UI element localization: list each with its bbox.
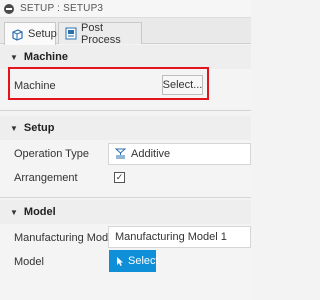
manufacturing-model-dropdown[interactable]: Manufacturing Model 1: [108, 226, 251, 248]
operation-type-label: Operation Type: [14, 148, 90, 160]
section-divider: [0, 110, 251, 111]
machine-label: Machine: [14, 80, 56, 92]
manufacturing-model-label: Manufacturing Model: [14, 232, 117, 244]
window-titlebar: SETUP : SETUP3: [0, 0, 251, 18]
collapse-triangle-icon: ▼: [10, 207, 18, 217]
machine-select-button[interactable]: Select...: [162, 75, 203, 95]
model-select-button[interactable]: Select: [109, 250, 159, 272]
machine-section-header[interactable]: ▼ Machine: [0, 45, 251, 69]
setup-section-header[interactable]: ▼ Setup: [0, 116, 251, 140]
tab-setup-label: Setup: [28, 28, 57, 40]
collapse-triangle-icon: ▼: [10, 52, 18, 62]
setup-section-title: Setup: [23, 122, 55, 134]
arrangement-checkbox[interactable]: ✓: [114, 172, 125, 183]
machine-section-title: Machine: [23, 51, 68, 63]
model-section-title: Model: [23, 206, 56, 218]
tab-post-process-label: Post Process: [81, 21, 121, 46]
tab-post-process[interactable]: Post Process: [58, 21, 142, 46]
manufacturing-model-value: Manufacturing Model 1: [115, 231, 227, 243]
model-select-label: Select: [128, 255, 159, 267]
cursor-arrow-icon: [116, 256, 124, 267]
operation-type-value: Additive: [131, 148, 171, 160]
post-process-icon: [65, 27, 77, 40]
collapse-minus-icon[interactable]: [4, 3, 14, 14]
tab-setup[interactable]: Setup: [4, 22, 57, 45]
setup-cube-icon: [11, 28, 24, 41]
additive-icon: [115, 148, 126, 160]
section-divider: [0, 197, 251, 198]
model-label: Model: [14, 256, 44, 268]
arrangement-label: Arrangement: [14, 172, 78, 184]
model-section-header[interactable]: ▼ Model: [0, 200, 251, 224]
window-title: SETUP : SETUP3: [20, 3, 104, 14]
collapse-triangle-icon: ▼: [10, 123, 18, 133]
checkmark-icon: ✓: [115, 172, 124, 182]
operation-type-dropdown[interactable]: Additive: [108, 143, 251, 165]
tab-bar: Setup Post Process: [0, 18, 251, 46]
